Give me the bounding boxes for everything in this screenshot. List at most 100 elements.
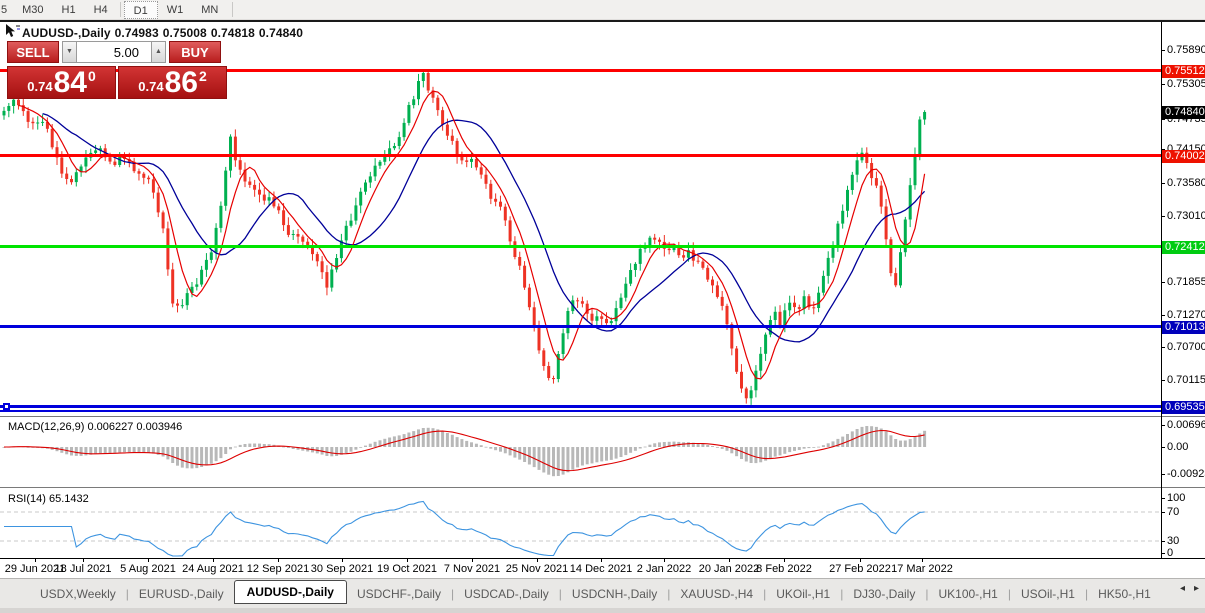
price-axis-tick [1161, 84, 1165, 85]
sell-price-big: 84 [54, 69, 87, 97]
hline-0.74002[interactable] [0, 154, 1161, 157]
date-tick [342, 559, 343, 562]
tab-eurusd-daily[interactable]: EURUSD-,Daily [129, 583, 234, 605]
macd-axis-label: 0.006964 [1167, 419, 1205, 431]
date-tick [784, 559, 785, 562]
tab-xauusd-h4[interactable]: XAUUSD-,H4 [670, 583, 763, 605]
macd-axis-tick [1161, 425, 1165, 426]
macd-separator-groove [0, 417, 1205, 419]
hline-handle[interactable] [3, 403, 10, 410]
date-tick [664, 559, 665, 562]
rsi-panel-canvas [0, 490, 1161, 558]
timeframe-toolbar: 5M30H1H4 D1W1MN [0, 0, 1205, 20]
macd-axis-tick [1161, 474, 1165, 475]
macd-label: MACD(12,26,9) 0.006227 0.003946 [8, 421, 182, 433]
price-axis-label: 0.73580 [1167, 177, 1205, 189]
date-label: 27 Feb 2022 [829, 563, 891, 575]
tab-scroll-right-icon[interactable]: ▸ [1194, 583, 1199, 594]
price-axis-tick [1161, 282, 1165, 283]
date-tick [213, 559, 214, 562]
ma-fast-line [19, 91, 925, 379]
tab-dj30-daily[interactable]: DJ30-,Daily [843, 583, 925, 605]
buy-button[interactable]: BUY [169, 41, 221, 63]
rsi-axis-label: 30 [1167, 535, 1179, 547]
rsi-axis-tick [1161, 541, 1165, 542]
price-axis-line [1161, 22, 1162, 558]
hline-0.69535-second[interactable] [0, 410, 1161, 412]
tf-button-h1[interactable]: H1 [53, 1, 85, 19]
symbol-tabs-bar: USDX,Weekly|EURUSD-,DailyAUDUSD-,DailyUS… [0, 578, 1205, 608]
macd-axis-tick [1161, 447, 1165, 448]
date-label: 12 Sep 2021 [247, 563, 309, 575]
tab-ukoil-h1[interactable]: UKOil-,H1 [766, 583, 840, 605]
hline-0.69535[interactable] [0, 405, 1161, 408]
sell-button[interactable]: SELL [7, 41, 59, 63]
price-marker-0.74840: 0.74840 [1162, 106, 1205, 119]
rsi-axis-tick [1161, 512, 1165, 513]
date-tick [729, 559, 730, 562]
hline-0.71013[interactable] [0, 325, 1161, 328]
buy-price-big: 86 [165, 69, 198, 97]
cursor-tool-icon [5, 24, 21, 38]
date-label: 17 Mar 2022 [891, 563, 953, 575]
price-marker-0.69535: 0.69535 [1162, 401, 1205, 414]
price-axis-label: 0.71855 [1167, 276, 1205, 288]
date-tick [601, 559, 602, 562]
price-marker-0.72412: 0.72412 [1162, 241, 1205, 254]
date-tick [278, 559, 279, 562]
tab-usdcad-daily[interactable]: USDCAD-,Daily [454, 583, 559, 605]
price-axis-tick [1161, 315, 1165, 316]
tf-button-mn[interactable]: MN [192, 1, 227, 19]
tf-button-5[interactable]: 5 [0, 1, 13, 19]
sell-price-small: 0.74 [27, 79, 52, 94]
rsi-label: RSI(14) 65.1432 [8, 493, 89, 505]
hline-0.72412[interactable] [0, 245, 1161, 248]
date-label: 24 Aug 2021 [182, 563, 244, 575]
buy-price-small: 0.74 [138, 79, 163, 94]
tab-hk50-h1[interactable]: HK50-,H1 [1088, 583, 1161, 605]
buy-price-box[interactable]: 0.74 86 2 [118, 66, 227, 99]
date-label: 19 Oct 2021 [377, 563, 437, 575]
price-axis-label: 0.75305 [1167, 78, 1205, 90]
tab-scroll-left-icon[interactable]: ◂ [1180, 583, 1185, 594]
macd-axis-label: -0.00923 [1167, 468, 1205, 480]
candles-layer [3, 70, 927, 405]
date-label: 25 Nov 2021 [506, 563, 568, 575]
price-marker-0.75512: 0.75512 [1162, 65, 1205, 78]
rsi-line [4, 502, 925, 557]
date-tick [83, 559, 84, 562]
quote-open: 0.74983 [115, 26, 159, 40]
rsi-axis-label: 70 [1167, 506, 1179, 518]
volume-decrease-button[interactable]: ▼ [62, 41, 77, 63]
price-axis-label: 0.71270 [1167, 309, 1205, 321]
tab-uk100-h1[interactable]: UK100-,H1 [928, 583, 1007, 605]
tab-usoil-h1[interactable]: USOil-,H1 [1011, 583, 1085, 605]
date-axis: 29 Jun 202118 Jul 20215 Aug 202124 Aug 2… [0, 558, 1205, 578]
buy-price-sup: 2 [199, 68, 207, 84]
date-label: 5 Aug 2021 [120, 563, 176, 575]
date-tick [537, 559, 538, 562]
volume-input[interactable] [77, 41, 151, 63]
tf-button-m30[interactable]: M30 [13, 1, 52, 19]
chart-symbol-label: AUDUSD-,Daily [22, 26, 111, 40]
chart-title: AUDUSD-,Daily0.749830.750080.748180.7484… [22, 26, 307, 40]
quote-low: 0.74818 [211, 26, 255, 40]
tf-button-d1[interactable]: D1 [124, 1, 158, 19]
tab-usdchf-daily[interactable]: USDCHF-,Daily [347, 583, 451, 605]
macd-axis-label: 0.00 [1167, 441, 1188, 453]
date-label: 18 Jul 2021 [55, 563, 112, 575]
tf-button-w1[interactable]: W1 [158, 1, 193, 19]
tab-audusd-daily[interactable]: AUDUSD-,Daily [234, 580, 347, 604]
price-axis-label: 0.75890 [1167, 44, 1205, 56]
date-tick [148, 559, 149, 562]
date-tick [407, 559, 408, 562]
sell-price-sup: 0 [88, 68, 96, 84]
tf-button-h4[interactable]: H4 [85, 1, 117, 19]
sell-price-box[interactable]: 0.74 84 0 [7, 66, 116, 99]
tab-usdcnh-daily[interactable]: USDCNH-,Daily [562, 583, 667, 605]
macd-signal-line [4, 431, 925, 471]
rsi-axis-tick [1161, 553, 1165, 554]
volume-increase-button[interactable]: ▲ [151, 41, 166, 63]
rsi-axis-tick [1161, 498, 1165, 499]
tab-usdx-weekly[interactable]: USDX,Weekly [30, 583, 126, 605]
